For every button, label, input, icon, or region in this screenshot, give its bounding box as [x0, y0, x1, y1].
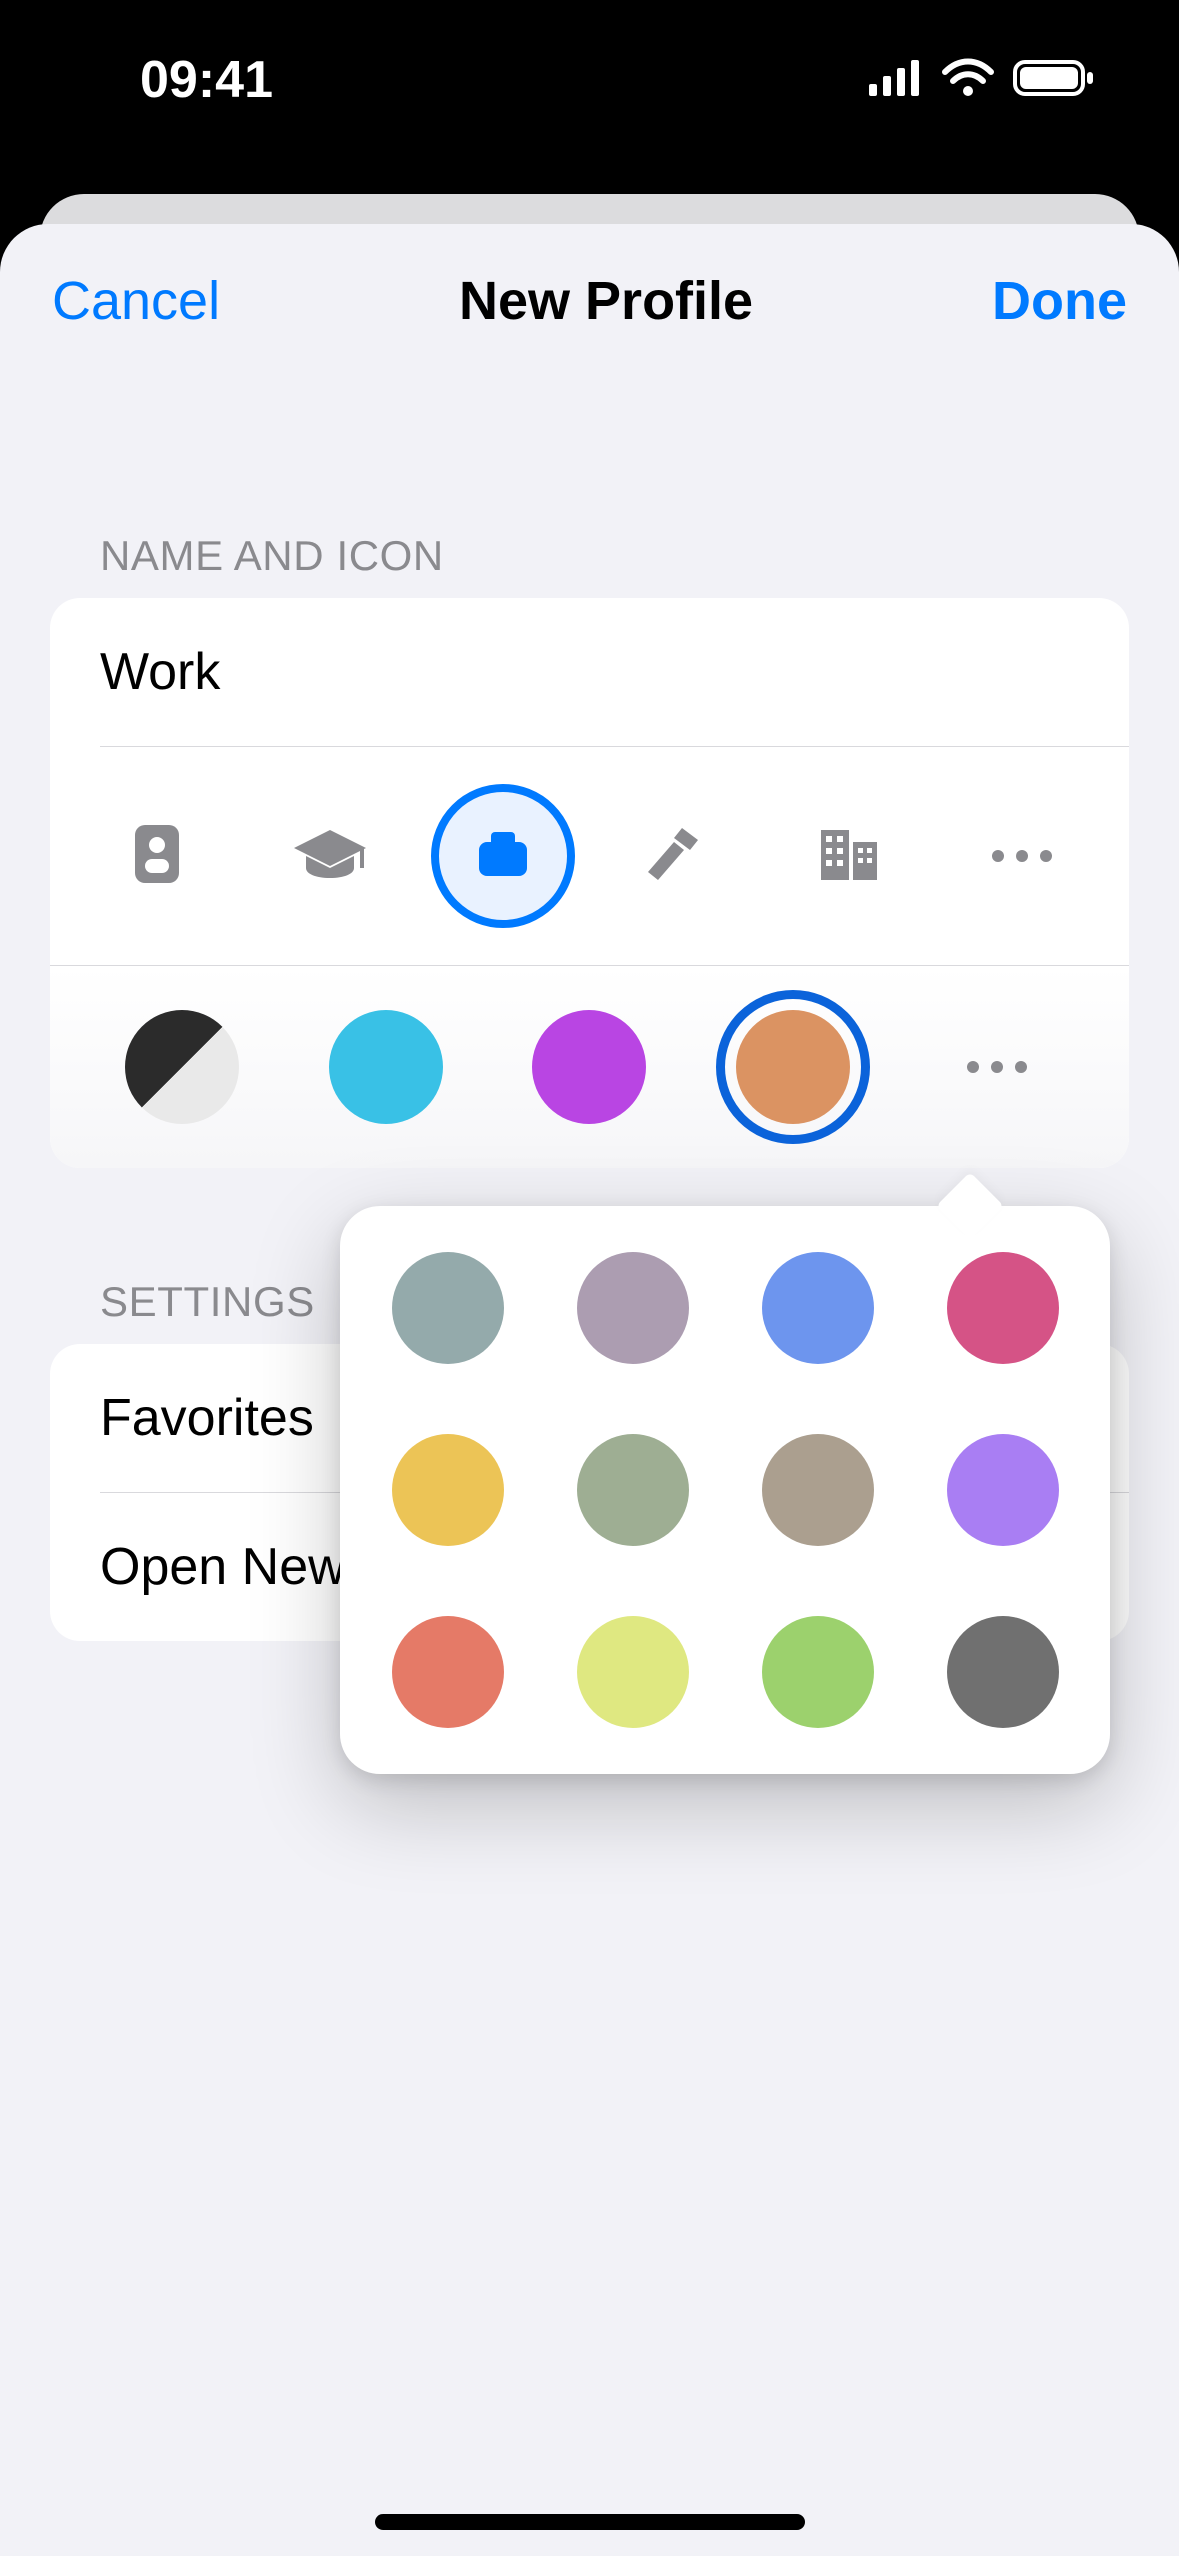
name-icon-card: [50, 598, 1129, 1168]
page-title: New Profile: [459, 270, 753, 332]
icon-option-building[interactable]: [774, 781, 924, 931]
color-picker-row: [50, 966, 1129, 1168]
icon-option-graduation[interactable]: [255, 781, 405, 931]
badge-icon: [131, 821, 183, 892]
icon-option-hammer[interactable]: [601, 781, 751, 931]
popover-color-chartreuse[interactable]: [577, 1616, 689, 1728]
status-time: 09:41: [140, 50, 273, 110]
battery-icon: [1013, 58, 1095, 103]
popover-color-yellow[interactable]: [392, 1434, 504, 1546]
profile-name-input[interactable]: [50, 598, 1129, 746]
popover-color-gray[interactable]: [947, 1616, 1059, 1728]
color-option-orange[interactable]: [736, 1010, 850, 1124]
status-bar: 09:41: [0, 0, 1179, 180]
popover-color-taupe[interactable]: [762, 1434, 874, 1546]
home-indicator: [375, 2514, 805, 2530]
hammer-icon: [644, 822, 708, 891]
nav-header: Cancel New Profile Done: [0, 224, 1179, 372]
popover-color-blue[interactable]: [762, 1252, 874, 1364]
done-button[interactable]: Done: [992, 270, 1127, 332]
popover-color-mauve[interactable]: [577, 1252, 689, 1364]
color-option-black-white[interactable]: [125, 1010, 239, 1124]
status-icons: [869, 58, 1095, 103]
color-option-cyan[interactable]: [329, 1010, 443, 1124]
color-popover: [340, 1206, 1110, 1774]
briefcase-icon: [475, 828, 531, 885]
icon-option-badge[interactable]: [82, 781, 232, 931]
popover-color-slate[interactable]: [392, 1252, 504, 1364]
popover-color-coral[interactable]: [392, 1616, 504, 1728]
popover-color-lavender[interactable]: [947, 1434, 1059, 1546]
ellipsis-icon: [965, 799, 1079, 913]
cancel-button[interactable]: Cancel: [52, 270, 220, 332]
icon-option-briefcase[interactable]: [428, 781, 578, 931]
graduation-cap-icon: [290, 826, 370, 887]
icon-option-more[interactable]: [947, 781, 1097, 931]
popover-color-sage[interactable]: [577, 1434, 689, 1546]
wifi-icon: [941, 58, 995, 103]
color-option-more[interactable]: [940, 1010, 1054, 1124]
section-label-name-icon: NAME AND ICON: [100, 532, 1179, 580]
icon-picker-row: [50, 747, 1129, 965]
building-icon: [817, 824, 881, 889]
popover-color-green[interactable]: [762, 1616, 874, 1728]
color-option-magenta[interactable]: [532, 1010, 646, 1124]
popover-color-pink[interactable]: [947, 1252, 1059, 1364]
cellular-icon: [869, 60, 923, 101]
